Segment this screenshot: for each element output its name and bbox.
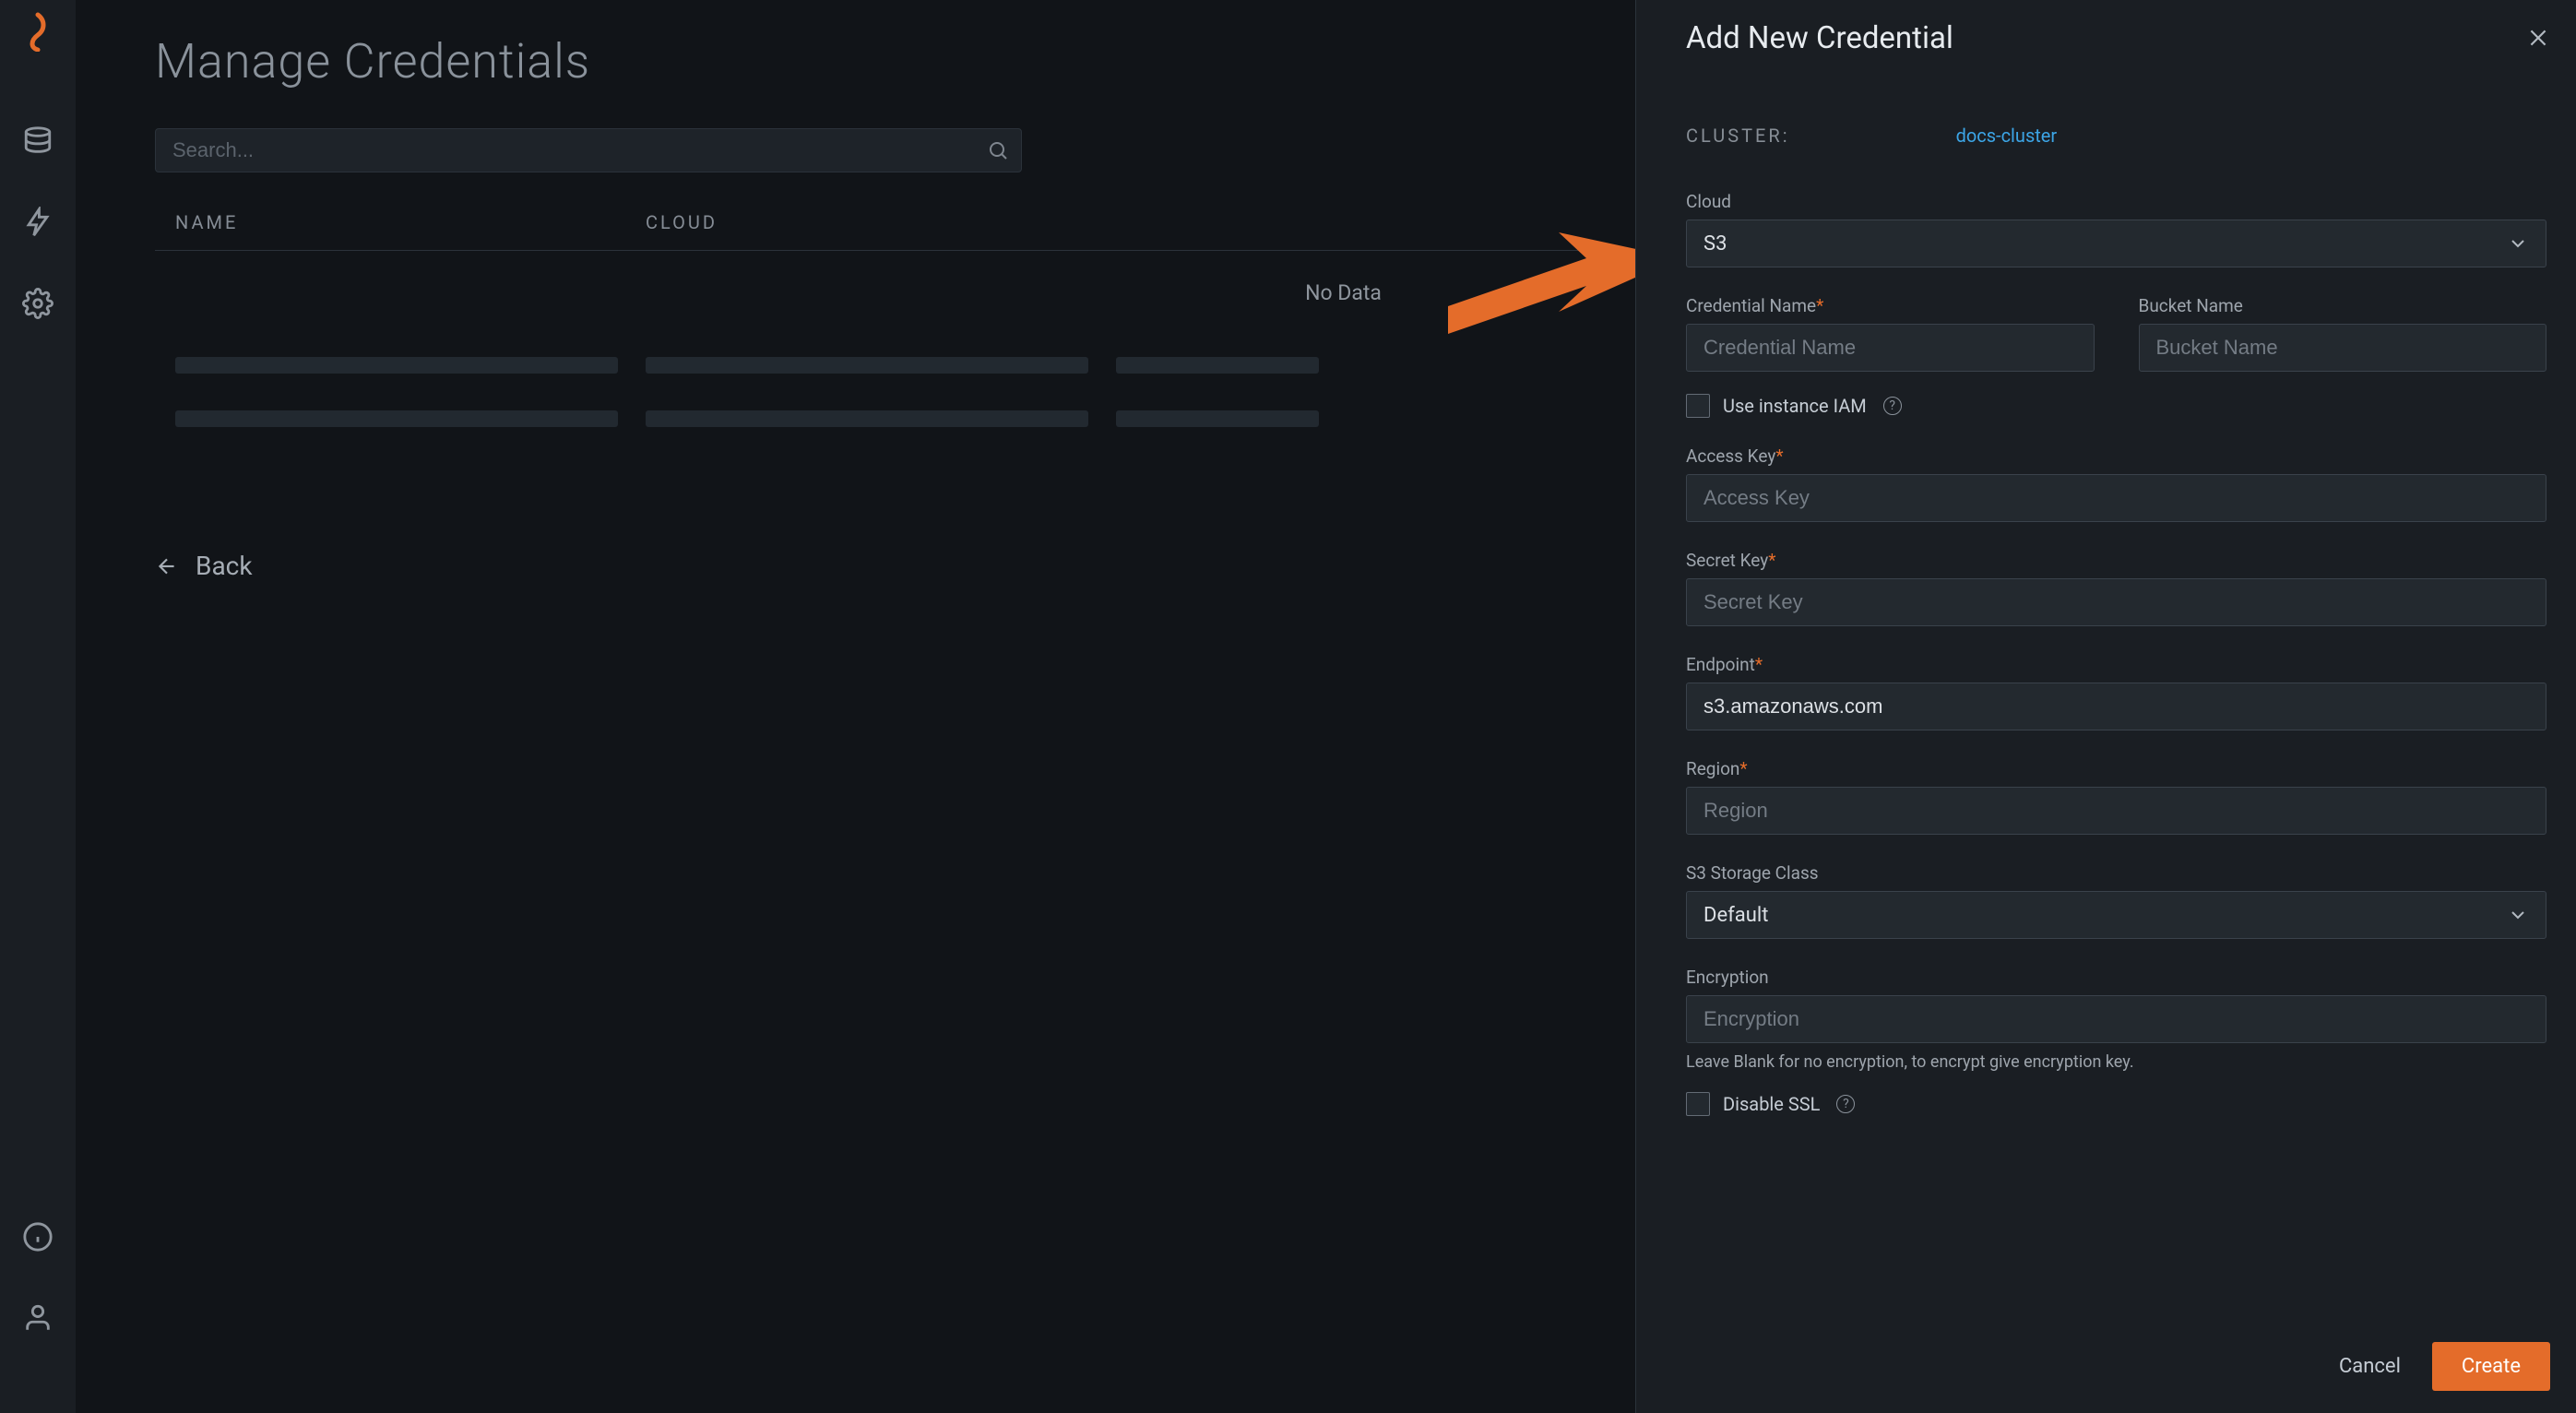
nav-bolt-icon[interactable]	[22, 207, 53, 238]
search-input[interactable]	[155, 128, 1022, 172]
disable-ssl-row[interactable]: Disable SSL ?	[1686, 1092, 2546, 1116]
drawer-title: Add New Credential	[1686, 20, 1953, 56]
encryption-hint: Leave Blank for no encryption, to encryp…	[1686, 1052, 2546, 1072]
search-icon	[987, 139, 1009, 161]
encryption-label: Encryption	[1686, 967, 2546, 988]
cloud-select-value: S3	[1703, 232, 1727, 255]
add-credential-drawer: Add New Credential CLUSTER: docs-cluster…	[1635, 0, 2576, 1413]
chevron-down-icon	[2507, 904, 2529, 926]
secret-key-label: Secret Key*	[1686, 550, 2546, 571]
bucket-name-input[interactable]	[2139, 324, 2547, 372]
credential-name-input[interactable]	[1686, 324, 2095, 372]
secret-key-input[interactable]	[1686, 578, 2546, 626]
nav-storage-icon[interactable]	[22, 125, 53, 157]
cancel-button[interactable]: Cancel	[2333, 1346, 2406, 1387]
region-input[interactable]	[1686, 787, 2546, 835]
storage-class-value: Default	[1703, 904, 1768, 927]
region-label: Region*	[1686, 758, 2546, 779]
access-key-input[interactable]	[1686, 474, 2546, 522]
storage-class-label: S3 Storage Class	[1686, 862, 2546, 884]
use-instance-iam-checkbox[interactable]	[1686, 394, 1710, 418]
nav-gear-icon[interactable]	[22, 288, 53, 319]
storage-class-select[interactable]: Default	[1686, 891, 2546, 939]
endpoint-label: Endpoint*	[1686, 654, 2546, 675]
access-key-label: Access Key*	[1686, 445, 2546, 467]
disable-ssl-checkbox[interactable]	[1686, 1092, 1710, 1116]
help-icon[interactable]: ?	[1836, 1095, 1855, 1113]
nav-info-icon[interactable]	[22, 1221, 53, 1253]
bucket-name-label: Bucket Name	[2139, 295, 2547, 316]
credential-name-label: Credential Name*	[1686, 295, 2095, 316]
app-logo[interactable]	[18, 11, 58, 52]
use-instance-iam-label: Use instance IAM	[1723, 395, 1867, 417]
nav-user-icon[interactable]	[22, 1302, 53, 1334]
cluster-value: docs-cluster	[1956, 125, 2058, 147]
help-icon[interactable]: ?	[1883, 397, 1902, 415]
back-label: Back	[196, 551, 253, 581]
encryption-input[interactable]	[1686, 995, 2546, 1043]
drawer-form: Cloud S3 Credential Name* Bucket Name Us…	[1686, 191, 2550, 1320]
cluster-label: CLUSTER:	[1686, 125, 1790, 147]
drawer-header: Add New Credential	[1686, 20, 2550, 56]
column-cloud: CLOUD	[646, 211, 1015, 233]
cloud-select[interactable]: S3	[1686, 220, 2546, 267]
endpoint-input[interactable]	[1686, 683, 2546, 730]
drawer-footer: Cancel Create	[1686, 1320, 2550, 1413]
chevron-down-icon	[2507, 232, 2529, 255]
disable-ssl-label: Disable SSL	[1723, 1093, 1820, 1115]
left-icon-rail	[0, 0, 76, 1413]
column-name: NAME	[175, 211, 646, 233]
cluster-row: CLUSTER: docs-cluster	[1686, 125, 2550, 147]
cloud-label: Cloud	[1686, 191, 2546, 212]
create-button[interactable]: Create	[2432, 1342, 2550, 1391]
close-icon[interactable]	[2526, 26, 2550, 50]
search-wrap	[155, 128, 1022, 172]
